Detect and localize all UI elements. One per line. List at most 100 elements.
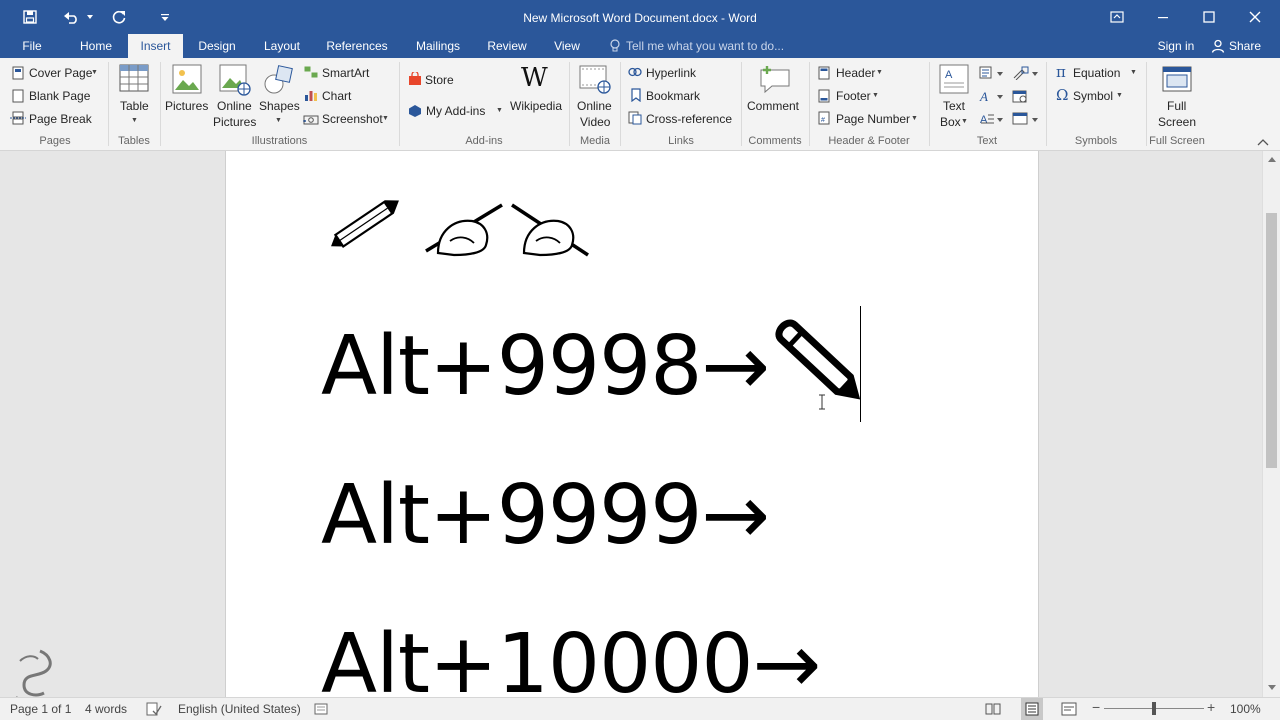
table-label: Table bbox=[120, 99, 149, 113]
cover-page-icon bbox=[12, 66, 24, 80]
group-divider bbox=[620, 62, 621, 146]
cover-page-label: Cover Page bbox=[29, 66, 93, 80]
full-screen-icon bbox=[1162, 66, 1192, 92]
smartart-label: SmartArt bbox=[322, 66, 370, 80]
tab-file[interactable]: File bbox=[12, 34, 52, 58]
zoom-slider[interactable] bbox=[1104, 702, 1204, 715]
ribbon-display-options-icon[interactable] bbox=[1094, 0, 1140, 34]
document-area[interactable]: Alt+9998→ Alt+9999→ Alt+10000→ bbox=[0, 151, 1262, 697]
group-label-symbols: Symbols bbox=[1074, 135, 1118, 147]
drop-cap-icon[interactable]: A bbox=[979, 112, 1005, 126]
screenshot-icon bbox=[303, 115, 319, 125]
svg-text:A: A bbox=[980, 114, 988, 126]
pencil-icon bbox=[331, 200, 399, 249]
group-label-media: Media bbox=[580, 135, 610, 147]
symbol-label: Symbol bbox=[1073, 89, 1114, 103]
tell-me-text: Tell me what you want to do... bbox=[626, 39, 785, 53]
sign-in-link[interactable]: Sign in bbox=[1152, 34, 1200, 58]
ribbon-tabs: File Home Insert Design Layout Reference… bbox=[0, 34, 1280, 58]
document-line: Alt+10000→ bbox=[321, 617, 821, 698]
svg-text:#: # bbox=[821, 117, 825, 124]
title-bar: New Microsoft Word Document.docx - Word bbox=[0, 0, 1280, 34]
page-break-icon bbox=[10, 111, 26, 125]
group-label-header-footer: Header & Footer bbox=[828, 135, 910, 147]
tab-home[interactable]: Home bbox=[68, 34, 124, 58]
proofing-icon[interactable] bbox=[146, 702, 162, 716]
save-icon[interactable] bbox=[18, 0, 42, 34]
online-pictures-label-1: Online bbox=[217, 99, 252, 113]
customize-icon[interactable] bbox=[156, 0, 174, 34]
read-mode-icon[interactable] bbox=[985, 702, 1001, 716]
quick-parts-icon[interactable] bbox=[979, 66, 1005, 80]
print-layout-button[interactable] bbox=[1021, 698, 1043, 720]
group-divider bbox=[569, 62, 570, 146]
collapse-ribbon-icon[interactable] bbox=[1257, 138, 1269, 146]
close-icon[interactable] bbox=[1232, 0, 1278, 34]
tab-insert[interactable]: Insert bbox=[128, 34, 183, 58]
macro-recording-icon[interactable] bbox=[314, 703, 328, 715]
scrollbar-thumb[interactable] bbox=[1266, 213, 1277, 468]
group-divider bbox=[160, 62, 161, 146]
my-addins-icon bbox=[409, 105, 421, 117]
vertical-scrollbar[interactable] bbox=[1262, 151, 1280, 697]
svg-text:A: A bbox=[979, 89, 988, 103]
online-pictures-label-2: Pictures bbox=[213, 115, 257, 129]
document-page[interactable]: Alt+9998→ Alt+9999→ Alt+10000→ bbox=[225, 151, 1039, 697]
zoom-slider-thumb[interactable] bbox=[1152, 702, 1156, 715]
print-layout-icon bbox=[1025, 702, 1039, 716]
page-number-label: Page Number bbox=[836, 112, 911, 126]
document-line: Alt+9999→ bbox=[321, 468, 770, 563]
zoom-level[interactable]: 100% bbox=[1230, 702, 1261, 716]
group-label-illustrations: Illustrations bbox=[251, 135, 308, 147]
status-bar: Page 1 of 1 4 words English (United Stat… bbox=[0, 697, 1280, 720]
store-label: Store bbox=[425, 73, 454, 87]
chevron-down-icon: ▼ bbox=[1116, 92, 1123, 99]
chevron-down-icon: ▼ bbox=[911, 115, 918, 122]
tab-view[interactable]: View bbox=[546, 34, 588, 58]
scroll-up-icon[interactable] bbox=[1267, 155, 1277, 163]
comment-label: Comment bbox=[747, 99, 800, 113]
equation-icon: π bbox=[1056, 63, 1066, 81]
wikipedia-icon: W bbox=[521, 63, 548, 93]
scroll-down-icon[interactable] bbox=[1267, 684, 1277, 692]
text-box-label-2: Box bbox=[940, 115, 961, 129]
chevron-down-icon: ▼ bbox=[91, 69, 98, 76]
lightbulb-icon bbox=[610, 39, 620, 52]
dragon-logo-icon bbox=[16, 649, 52, 697]
language[interactable]: English (United States) bbox=[178, 702, 301, 716]
tab-design[interactable]: Design bbox=[191, 34, 243, 58]
web-layout-icon[interactable] bbox=[1061, 702, 1077, 716]
minimize-icon[interactable] bbox=[1140, 0, 1186, 34]
page-count[interactable]: Page 1 of 1 bbox=[10, 702, 71, 716]
group-divider bbox=[1146, 62, 1147, 146]
screenshot-label: Screenshot bbox=[322, 112, 383, 126]
word-count[interactable]: 4 words bbox=[85, 702, 127, 716]
equation-label: Equation bbox=[1073, 66, 1121, 80]
tab-mailings[interactable]: Mailings bbox=[407, 34, 469, 58]
pictures-label: Pictures bbox=[165, 99, 209, 113]
object-icon[interactable] bbox=[1012, 112, 1040, 126]
text-box-icon: A bbox=[939, 64, 969, 94]
zoom-out-icon[interactable]: − bbox=[1092, 699, 1100, 715]
share-button[interactable]: Share bbox=[1208, 34, 1268, 58]
undo-icon[interactable] bbox=[60, 0, 96, 34]
hyperlink-label: Hyperlink bbox=[646, 66, 697, 80]
tab-references[interactable]: References bbox=[319, 34, 395, 58]
maximize-icon[interactable] bbox=[1186, 0, 1232, 34]
svg-text:A: A bbox=[945, 69, 953, 81]
redo-icon[interactable] bbox=[108, 0, 130, 34]
wordart-icon[interactable]: A bbox=[979, 89, 1005, 103]
zoom-in-icon[interactable]: + bbox=[1207, 699, 1215, 715]
document-line: Alt+9998→ bbox=[321, 319, 770, 414]
date-time-icon[interactable] bbox=[1012, 89, 1028, 103]
tab-layout[interactable]: Layout bbox=[256, 34, 308, 58]
chevron-down-icon: ▼ bbox=[496, 107, 503, 114]
bookmark-icon bbox=[631, 88, 641, 102]
group-label-links: Links bbox=[668, 135, 694, 147]
signature-line-icon[interactable] bbox=[1012, 66, 1040, 80]
footer-label: Footer bbox=[836, 89, 871, 103]
header-label: Header bbox=[836, 66, 876, 80]
tab-review[interactable]: Review bbox=[480, 34, 534, 58]
group-divider bbox=[929, 62, 930, 146]
ribbon-insert: Cover Page ▼ Blank Page Page Break Pages… bbox=[0, 58, 1280, 151]
